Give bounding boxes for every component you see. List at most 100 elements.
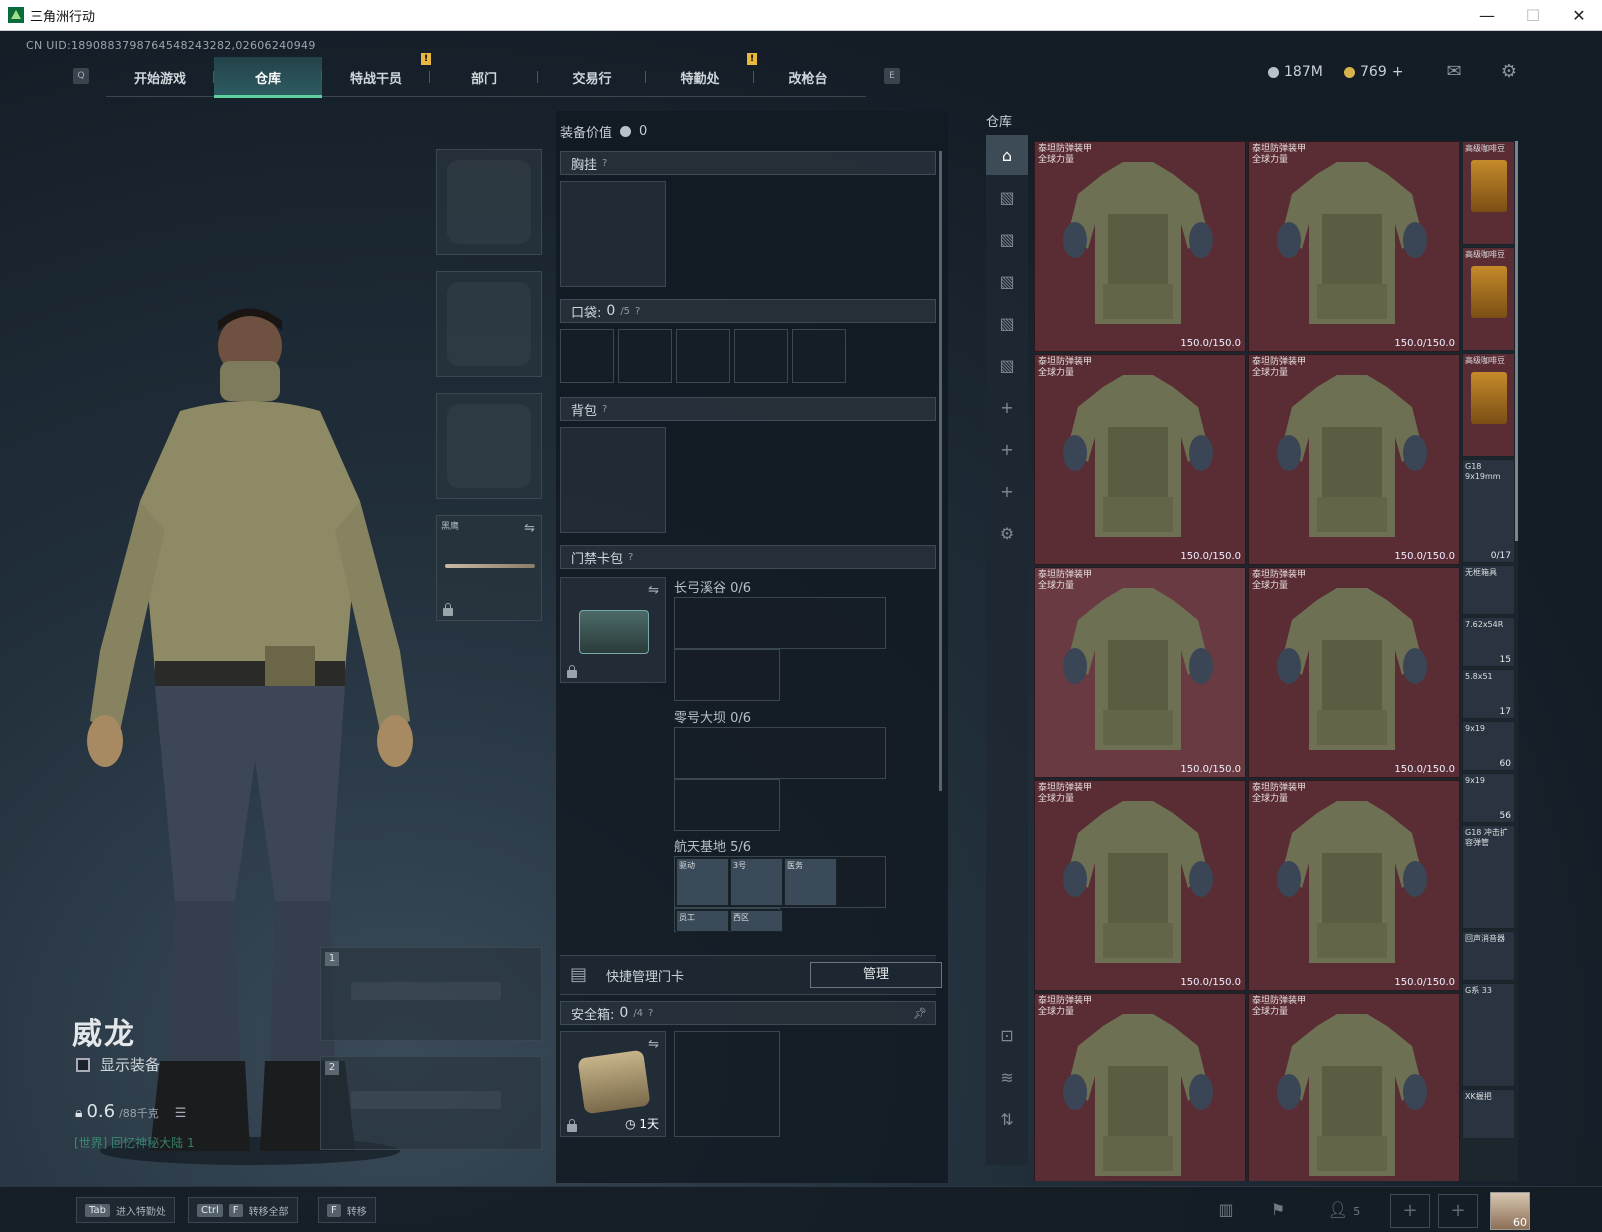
keycard-item[interactable]: 员工 — [676, 910, 729, 932]
pin-icon[interactable]: 📌︎ — [913, 1007, 927, 1020]
chest-rig-slot[interactable] — [560, 181, 666, 287]
warehouse-item-small[interactable]: G18 冲击扩容弹管 — [1462, 825, 1515, 929]
keycard-case-slot[interactable]: ⇋ — [560, 577, 666, 683]
tab-department[interactable]: 部门 — [430, 57, 538, 97]
tab-gunsmith[interactable]: 改枪台 — [754, 57, 862, 97]
warehouse-item-small[interactable]: 无框箱具 — [1462, 565, 1515, 615]
warehouse-item-armor[interactable]: 泰坦防弹装甲 全球力量 150.0/150.0 — [1248, 141, 1460, 352]
show-equipment-checkbox[interactable] — [76, 1057, 90, 1072]
warehouse-tab-3-icon[interactable]: ▧ — [986, 261, 1028, 301]
warehouse-item-small[interactable]: XK握把 — [1462, 1089, 1515, 1139]
add-gold-button[interactable]: + — [1392, 64, 1404, 80]
keycard-grid[interactable] — [674, 779, 780, 831]
keycard-item[interactable]: 3号 — [730, 858, 783, 906]
warehouse-tab-1-icon[interactable]: ▧ — [986, 177, 1028, 217]
backpack-slot[interactable] — [560, 427, 666, 533]
keycard-grid[interactable] — [674, 597, 886, 649]
transfer-icon[interactable]: ⇅ — [986, 1099, 1028, 1139]
pocket-slot[interactable] — [734, 329, 788, 383]
add-tab-icon[interactable]: + — [986, 387, 1028, 427]
loadout-scrollbar[interactable] — [939, 151, 942, 791]
warehouse-item-armor[interactable]: 泰坦防弹装甲 全球力量 150.0/150.0 — [1034, 354, 1246, 565]
safe-box-grid[interactable] — [674, 1031, 780, 1137]
help-icon[interactable]: ? — [602, 158, 607, 169]
warehouse-item-armor[interactable]: 泰坦防弹装甲 全球力量 150.0/150.0 — [1034, 567, 1246, 778]
warehouse-item-armor[interactable]: 泰坦防弹装甲 全球力量 — [1034, 993, 1246, 1181]
tab-trading[interactable]: 交易行 — [538, 57, 646, 97]
pocket-slot[interactable] — [676, 329, 730, 383]
silver-currency[interactable]: 187M — [1268, 64, 1323, 80]
help-icon[interactable]: ? — [648, 1008, 653, 1019]
hint-special-ops[interactable]: Tab 进入特勤处 — [76, 1197, 175, 1223]
warehouse-item-armor[interactable]: 泰坦防弹装甲 全球力量 150.0/150.0 — [1248, 567, 1460, 778]
warehouse-item-small[interactable]: 9x19 56 — [1462, 773, 1515, 823]
secondary-weapon-slot[interactable]: 2 — [320, 1056, 542, 1150]
hint-transfer[interactable]: F 转移 — [318, 1197, 376, 1223]
warehouse-item-small[interactable]: 回声消音器 — [1462, 931, 1515, 981]
warehouse-item-small[interactable]: 5.8x51 17 — [1462, 669, 1515, 719]
primary-weapon-slot[interactable]: 1 — [320, 947, 542, 1041]
warehouse-tab-2-icon[interactable]: ▧ — [986, 219, 1028, 259]
help-icon[interactable]: ? — [628, 552, 633, 563]
swap-icon[interactable]: ⇋ — [524, 521, 535, 536]
avatar[interactable]: 60 — [1490, 1192, 1530, 1230]
nav-prev-key[interactable]: Q — [73, 68, 89, 84]
tab-operators[interactable]: 特战干员 — [322, 57, 430, 97]
helmet-slot[interactable] — [436, 149, 542, 255]
pocket-slot[interactable] — [560, 329, 614, 383]
world-chat-message[interactable]: [世界] 回忆神秘大陆 1 — [74, 1134, 195, 1151]
layers-icon[interactable]: ≋ — [986, 1057, 1028, 1097]
warehouse-item-small[interactable]: 高级咖啡豆 — [1462, 353, 1515, 457]
settings-gear-icon[interactable]: ⚙ — [1497, 62, 1521, 82]
tab-special-ops[interactable]: 特勤处 — [646, 57, 754, 97]
nav-next-key[interactable]: E — [884, 68, 900, 84]
add-tab-icon[interactable]: + — [986, 471, 1028, 511]
friends-button[interactable]: 👤︎ 5 — [1322, 1199, 1366, 1221]
add-squad-slot[interactable]: + — [1390, 1194, 1430, 1228]
warehouse-item-small[interactable]: 高级咖啡豆 — [1462, 141, 1515, 245]
minimize-button[interactable]: — — [1464, 0, 1510, 31]
add-squad-slot[interactable]: + — [1438, 1194, 1478, 1228]
maximize-button[interactable]: ☐ — [1510, 0, 1556, 31]
help-icon[interactable]: ? — [602, 404, 607, 415]
tab-start-game[interactable]: 开始游戏 — [106, 57, 214, 97]
stats-icon[interactable]: ▥ — [1214, 1199, 1238, 1221]
safe-box-slot[interactable]: ⇋ ◷ 1天 — [560, 1031, 666, 1137]
pocket-slot[interactable] — [792, 329, 846, 383]
warehouse-item-small[interactable]: 高级咖啡豆 — [1462, 247, 1515, 351]
mail-icon[interactable]: ✉ — [1442, 62, 1466, 82]
melee-slot[interactable]: 黑鹰 ⇋ — [436, 515, 542, 621]
keycard-grid[interactable] — [674, 649, 780, 701]
tab-warehouse[interactable]: 仓库 — [214, 57, 322, 98]
keycard-item[interactable]: 西区 — [730, 910, 783, 932]
keycard-grid[interactable] — [674, 727, 886, 779]
warehouse-item-armor[interactable]: 泰坦防弹装甲 全球力量 150.0/150.0 — [1248, 354, 1460, 565]
pocket-slot[interactable] — [618, 329, 672, 383]
warehouse-item-small[interactable]: G系 33 — [1462, 983, 1515, 1087]
sort-icon[interactable]: ⊡ — [986, 1015, 1028, 1055]
warehouse-item-armor[interactable]: 泰坦防弹装甲 全球力量 150.0/150.0 — [1034, 141, 1246, 352]
help-icon[interactable]: ? — [635, 306, 640, 317]
warehouse-item-small[interactable]: G18 9x19mm 0/17 — [1462, 459, 1515, 563]
show-equipment-toggle[interactable]: 显示装备 — [76, 1054, 160, 1075]
keycard-item[interactable]: 医务 — [784, 858, 837, 906]
tab-settings-icon[interactable]: ⚙ — [986, 513, 1028, 553]
warehouse-tab-all-icon[interactable]: ⌂ — [986, 135, 1028, 175]
pistol-slot[interactable] — [436, 393, 542, 499]
manage-button[interactable]: 管理 — [810, 962, 942, 988]
hint-transfer-all[interactable]: Ctrl F 转移全部 — [188, 1197, 298, 1223]
close-button[interactable]: ✕ — [1556, 0, 1602, 31]
warehouse-item-armor[interactable]: 泰坦防弹装甲 全球力量 150.0/150.0 — [1248, 780, 1460, 991]
warehouse-item-armor[interactable]: 泰坦防弹装甲 全球力量 150.0/150.0 — [1034, 780, 1246, 991]
warehouse-tab-4-icon[interactable]: ▧ — [986, 303, 1028, 343]
warehouse-item-small[interactable]: 7.62x54R 15 — [1462, 617, 1515, 667]
add-tab-icon[interactable]: + — [986, 429, 1028, 469]
warehouse-item-small[interactable]: 9x19 60 — [1462, 721, 1515, 771]
warehouse-item-armor[interactable]: 泰坦防弹装甲 全球力量 — [1248, 993, 1460, 1181]
swap-icon[interactable]: ⇋ — [648, 1037, 659, 1052]
list-icon[interactable]: ☰ — [175, 1106, 187, 1121]
swap-icon[interactable]: ⇋ — [648, 583, 659, 598]
warehouse-scrollbar[interactable] — [1515, 141, 1518, 541]
warehouse-tab-5-icon[interactable]: ▧ — [986, 345, 1028, 385]
flag-icon[interactable]: ⚑ — [1266, 1199, 1290, 1221]
